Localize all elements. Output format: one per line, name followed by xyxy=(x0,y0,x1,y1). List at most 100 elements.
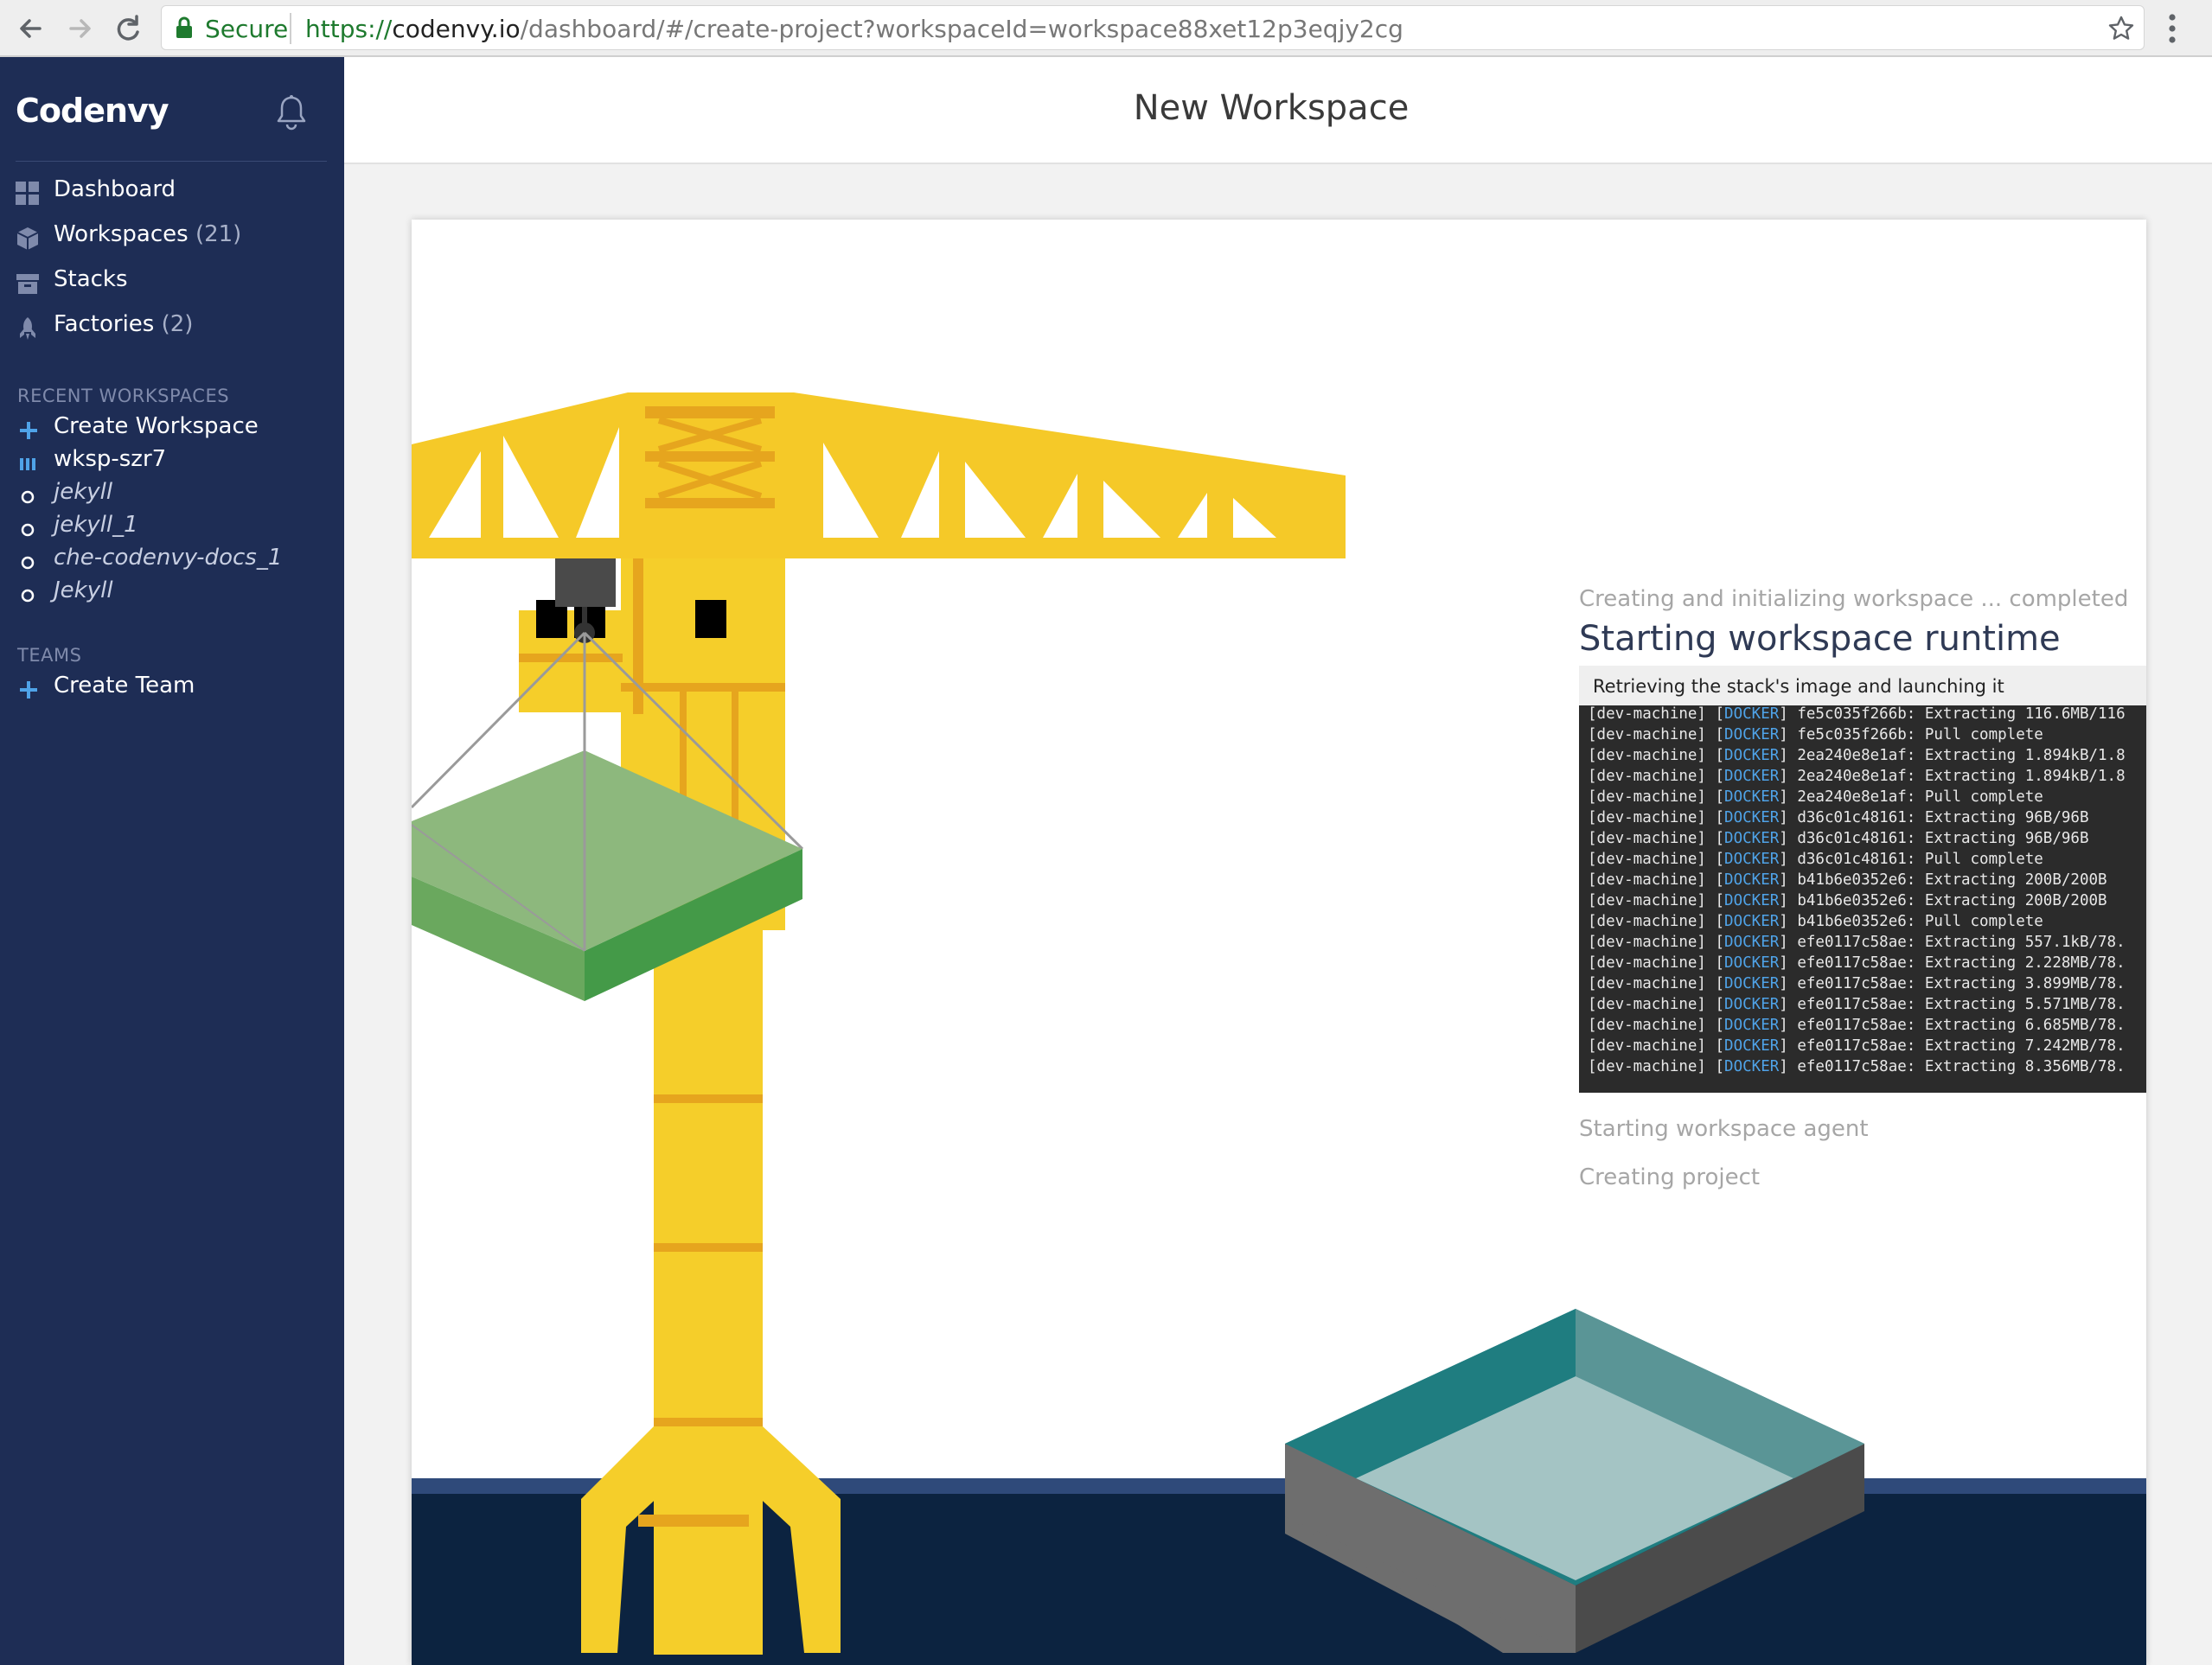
log-line-prefix: [dev-machine] [ xyxy=(1588,934,1725,951)
log-line-msg: ] 2ea240e8e1af: Pull complete xyxy=(1779,788,2043,806)
nav-workspaces-label: Workspaces xyxy=(54,221,189,247)
log-line-tag: DOCKER xyxy=(1724,809,1780,826)
log-line-msg: ] fe5c035f266b: Extracting 116.6MB/116 xyxy=(1779,705,2126,723)
log-line-tag: DOCKER xyxy=(1724,851,1780,868)
codenvy-logo[interactable]: Codenvy xyxy=(16,92,169,130)
log-line-tag: DOCKER xyxy=(1724,913,1780,930)
log-line-msg: ] efe0117c58ae: Extracting 3.899MB/78. xyxy=(1779,975,2126,992)
log-line-prefix: [dev-machine] [ xyxy=(1588,705,1725,723)
log-line-prefix: [dev-machine] [ xyxy=(1588,1058,1725,1075)
log-line-msg: ] 2ea240e8e1af: Extracting 1.894kB/1.8 xyxy=(1779,747,2126,764)
back-arrow-icon[interactable] xyxy=(14,11,48,46)
browser-menu-icon[interactable] xyxy=(2167,12,2177,45)
step-starting-runtime: Starting workspace runtime xyxy=(1579,619,2061,659)
log-line-msg: ] fe5c035f266b: Pull complete xyxy=(1779,726,2043,743)
bookmark-star-icon[interactable] xyxy=(2107,15,2135,42)
log-line-prefix: [dev-machine] [ xyxy=(1588,871,1725,889)
log-line: [dev-machine] [DOCKER] 2ea240e8e1af: Ext… xyxy=(1588,745,2146,766)
stopped-circle-icon xyxy=(19,486,38,505)
step-creating-project: Creating project xyxy=(1579,1164,1761,1190)
log-line: [dev-machine] [DOCKER] b41b6e0352e6: Pul… xyxy=(1588,911,2146,932)
log-line-prefix: [dev-machine] [ xyxy=(1588,747,1725,764)
log-line-prefix: [dev-machine] [ xyxy=(1588,851,1725,868)
log-line-prefix: [dev-machine] [ xyxy=(1588,1017,1725,1034)
teams-title: TEAMS xyxy=(17,645,82,666)
stopped-circle-icon xyxy=(19,552,38,571)
log-line-prefix: [dev-machine] [ xyxy=(1588,996,1725,1013)
browser-toolbar: Secure https://codenvy.io/dashboard/#/cr… xyxy=(0,0,2212,57)
log-line: [dev-machine] [DOCKER] efe0117c58ae: Ext… xyxy=(1588,973,2146,994)
dashboard-grid-icon xyxy=(16,182,40,206)
log-line-tag: DOCKER xyxy=(1724,788,1780,806)
recent-workspaces-title: RECENT WORKSPACES xyxy=(17,386,230,406)
recent-workspace-label: jekyll xyxy=(54,479,113,505)
recent-workspace-label: jekyll_1 xyxy=(54,512,138,538)
create-workspace-label: Create Workspace xyxy=(54,413,259,439)
running-bars-icon xyxy=(19,453,38,472)
log-line-msg: ] b41b6e0352e6: Pull complete xyxy=(1779,913,2043,930)
stopped-circle-icon xyxy=(19,584,38,603)
log-line-tag: DOCKER xyxy=(1724,705,1780,723)
log-line-msg: ] efe0117c58ae: Extracting 6.685MB/78. xyxy=(1779,1017,2126,1034)
log-line-msg: ] efe0117c58ae: Extracting 2.228MB/78. xyxy=(1779,954,2126,972)
log-line-prefix: [dev-machine] [ xyxy=(1588,726,1725,743)
plus-icon xyxy=(19,420,38,439)
log-line-tag: DOCKER xyxy=(1724,954,1780,972)
factories-count: (2) xyxy=(161,311,194,337)
log-line-tag: DOCKER xyxy=(1724,768,1780,785)
nav-stacks-label: Stacks xyxy=(54,266,128,292)
address-bar[interactable]: Secure https://codenvy.io/dashboard/#/cr… xyxy=(161,5,2145,50)
log-line: [dev-machine] [DOCKER] efe0117c58ae: Ext… xyxy=(1588,1056,2146,1077)
lock-icon xyxy=(176,16,193,39)
log-line-prefix: [dev-machine] [ xyxy=(1588,892,1725,909)
log-line-prefix: [dev-machine] [ xyxy=(1588,975,1725,992)
log-line-msg: ] d36c01c48161: Extracting 96B/96B xyxy=(1779,830,2089,847)
log-line-tag: DOCKER xyxy=(1724,996,1780,1013)
create-team-label: Create Team xyxy=(54,673,195,699)
log-line: [dev-machine] [DOCKER] efe0117c58ae: Ext… xyxy=(1588,994,2146,1015)
url-path: /dashboard/#/create-project?workspaceId=… xyxy=(520,15,1403,43)
nav-factories-label: Factories xyxy=(54,311,155,337)
notifications-bell-icon[interactable] xyxy=(273,93,310,133)
log-line-msg: ] b41b6e0352e6: Extracting 200B/200B xyxy=(1779,871,2107,889)
runtime-log-panel[interactable]: Retrieving the stack's image and launchi… xyxy=(1579,666,2146,1093)
log-line-tag: DOCKER xyxy=(1724,1017,1780,1034)
stacks-box-icon xyxy=(16,271,40,296)
log-line: [dev-machine] [DOCKER] 2ea240e8e1af: Pul… xyxy=(1588,787,2146,807)
sidebar-divider xyxy=(16,161,327,162)
log-line-tag: DOCKER xyxy=(1724,934,1780,951)
log-output: [dev-machine] [DOCKER] fe5c035f266b: Ext… xyxy=(1588,704,2146,1077)
log-line-msg: ] d36c01c48161: Extracting 96B/96B xyxy=(1779,809,2089,826)
log-line: [dev-machine] [DOCKER] fe5c035f266b: Pul… xyxy=(1588,724,2146,745)
log-line: [dev-machine] [DOCKER] efe0117c58ae: Ext… xyxy=(1588,953,2146,973)
log-line-msg: ] efe0117c58ae: Extracting 7.242MB/78. xyxy=(1779,1037,2126,1055)
step-create-workspace: Creating and initializing workspace ... … xyxy=(1579,586,2129,612)
log-line-msg: ] efe0117c58ae: Extracting 8.356MB/78. xyxy=(1779,1058,2126,1075)
forward-arrow-icon[interactable] xyxy=(62,11,97,46)
log-header: Retrieving the stack's image and launchi… xyxy=(1579,666,2146,705)
log-line: [dev-machine] [DOCKER] efe0117c58ae: Ext… xyxy=(1588,932,2146,953)
step-workspace-agent: Starting workspace agent xyxy=(1579,1116,1869,1142)
log-line-tag: DOCKER xyxy=(1724,975,1780,992)
secure-label: Secure xyxy=(205,15,289,43)
log-line: [dev-machine] [DOCKER] efe0117c58ae: Ext… xyxy=(1588,1036,2146,1056)
log-line-prefix: [dev-machine] [ xyxy=(1588,788,1725,806)
plus-icon xyxy=(19,679,38,699)
url-protocol: https:// xyxy=(305,15,393,43)
url-host: codenvy.io xyxy=(392,15,521,43)
log-line-tag: DOCKER xyxy=(1724,747,1780,764)
page-header: New Workspace xyxy=(344,57,2212,164)
log-line-msg: ] efe0117c58ae: Extracting 557.1kB/78. xyxy=(1779,934,2126,951)
log-line-tag: DOCKER xyxy=(1724,1058,1780,1075)
url-text[interactable]: https://codenvy.io/dashboard/#/create-pr… xyxy=(305,15,1403,43)
reload-icon[interactable] xyxy=(111,11,145,46)
workspaces-cube-icon xyxy=(16,226,40,251)
log-line-prefix: [dev-machine] [ xyxy=(1588,768,1725,785)
log-line: [dev-machine] [DOCKER] d36c01c48161: Ext… xyxy=(1588,828,2146,849)
log-line-msg: ] b41b6e0352e6: Extracting 200B/200B xyxy=(1779,892,2107,909)
log-line-tag: DOCKER xyxy=(1724,892,1780,909)
recent-workspace-label: Jekyll xyxy=(54,577,113,603)
nav-dashboard-label: Dashboard xyxy=(54,176,176,202)
log-line: [dev-machine] [DOCKER] 2ea240e8e1af: Ext… xyxy=(1588,766,2146,787)
log-line-tag: DOCKER xyxy=(1724,871,1780,889)
